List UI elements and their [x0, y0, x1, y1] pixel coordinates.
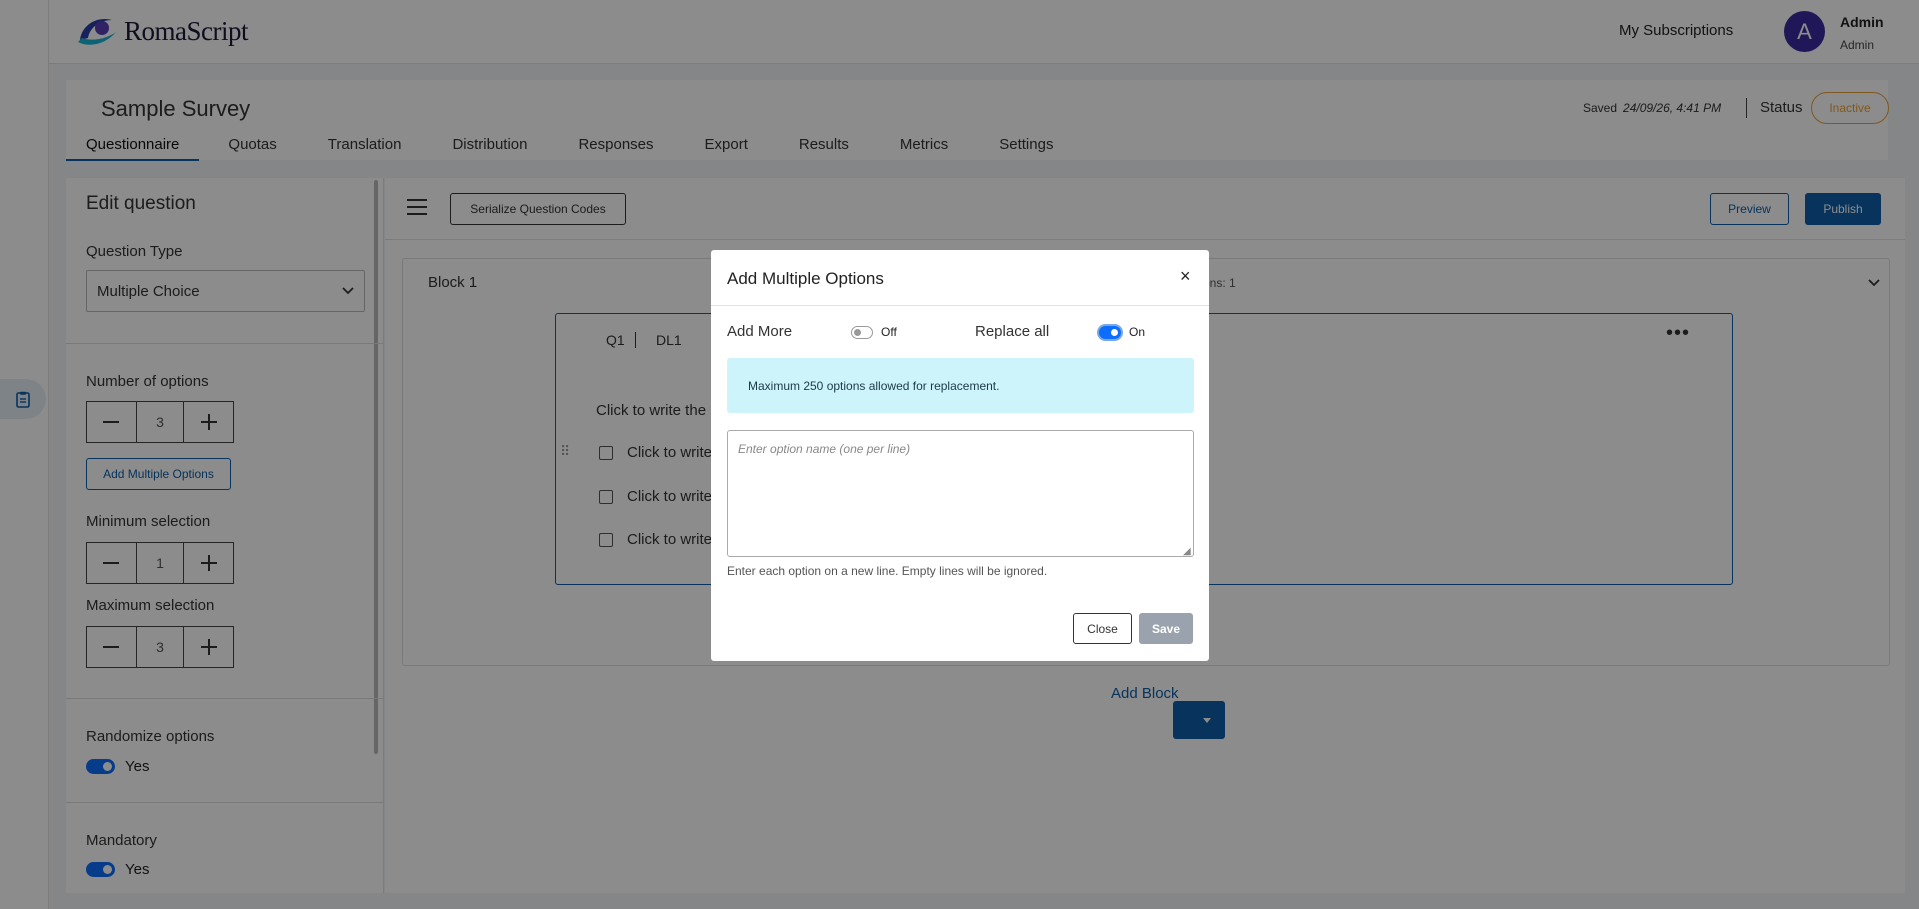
toggle-switch[interactable] — [1099, 325, 1121, 339]
app-root: RomaScript My Subscriptions A Admin Admi… — [0, 0, 1919, 909]
toggle-switch[interactable] — [851, 325, 873, 339]
add-multiple-options-dialog: Add Multiple Options × Add More Off Repl… — [711, 250, 1209, 661]
save-button[interactable]: Save — [1139, 613, 1193, 644]
replace-all-toggle[interactable]: On — [1099, 325, 1145, 339]
resize-grip-icon[interactable]: ◢ — [1183, 546, 1191, 557]
dialog-title: Add Multiple Options — [727, 269, 884, 288]
helper-text: Enter each option on a new line. Empty l… — [727, 564, 1048, 578]
close-button[interactable]: Close — [1073, 613, 1132, 644]
add-more-state: Off — [881, 325, 897, 339]
close-icon[interactable]: × — [1180, 266, 1191, 287]
dialog-header: Add Multiple Options × — [711, 250, 1209, 306]
add-more-toggle[interactable]: Off — [851, 325, 897, 339]
options-textarea[interactable] — [727, 430, 1194, 557]
replace-all-state: On — [1129, 325, 1146, 339]
info-alert: Maximum 250 options allowed for replacem… — [727, 358, 1194, 413]
add-more-label: Add More — [727, 323, 793, 340]
replace-all-label: Replace all — [975, 323, 1050, 340]
